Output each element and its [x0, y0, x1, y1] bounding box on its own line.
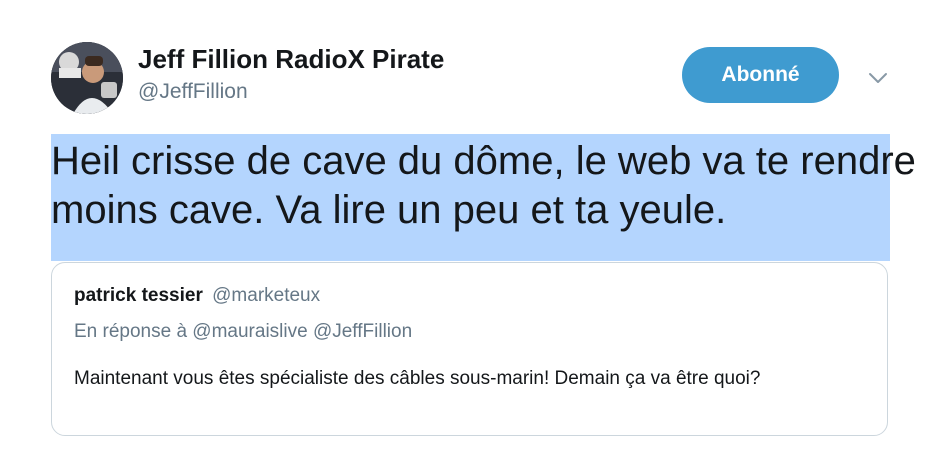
tweet-card: Jeff Fillion RadioX Pirate @JeffFillion … [0, 0, 938, 454]
chevron-down-icon[interactable] [866, 66, 890, 90]
following-button[interactable]: Abonné [682, 47, 839, 103]
quoted-author-name: patrick tessier [74, 285, 203, 306]
author-avatar[interactable] [51, 42, 123, 114]
author-display-name[interactable]: Jeff Fillion RadioX Pirate [138, 44, 444, 75]
quoted-tweet-text: Maintenant vous êtes spécialiste des câb… [74, 368, 761, 389]
quoted-tweet[interactable]: patrick tessier @marketeux En réponse à … [51, 262, 888, 436]
quoted-tweet-header: patrick tessier @marketeux [74, 285, 320, 307]
tweet-text: Heil crisse de cave du dôme, le web va t… [51, 139, 916, 232]
author-handle[interactable]: @JeffFillion [138, 80, 248, 104]
quoted-author-handle: @marketeux [212, 285, 321, 306]
quoted-reply-context: En réponse à @mauraislive @JeffFillion [74, 321, 413, 342]
profile-photo-icon [51, 42, 123, 114]
